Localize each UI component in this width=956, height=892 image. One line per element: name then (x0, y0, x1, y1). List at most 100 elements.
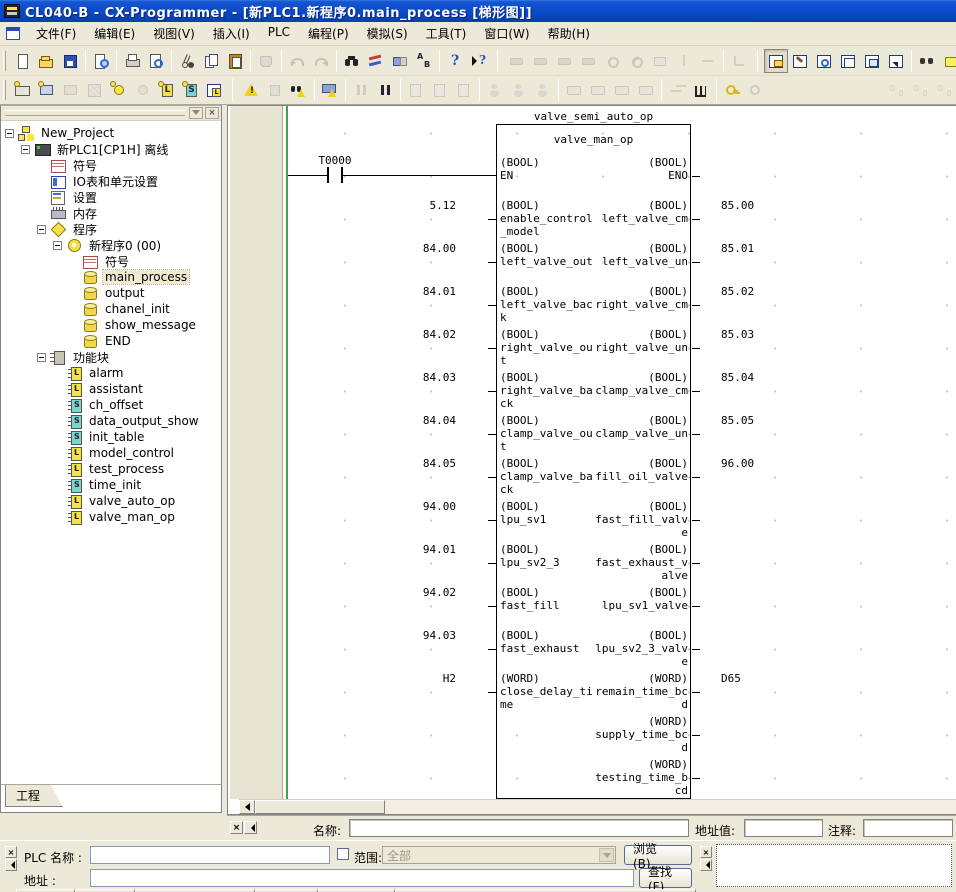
workspace-close-button[interactable]: × (205, 107, 219, 119)
fb-output-pin[interactable]: (BOOL)right_valve_cm (592, 285, 688, 311)
tab-project[interactable]: 工程 (5, 785, 63, 807)
fb-output-pin[interactable]: (BOOL)fill_oil_valve (592, 457, 688, 483)
find-file-button[interactable] (89, 49, 113, 73)
compile-button[interactable] (239, 78, 263, 102)
fb-input-pin[interactable]: (BOOL)fast_fill (500, 586, 596, 612)
input-operand-address[interactable]: 5.12 (228, 199, 456, 212)
open-button[interactable] (34, 49, 58, 73)
transfer-to-plc-button[interactable] (318, 78, 342, 102)
fb-output-pin[interactable]: (BOOL)clamp_valve_cm (592, 371, 688, 397)
child-window-icon[interactable] (5, 26, 21, 41)
fb-input-pin[interactable]: (BOOL)lpu_sv2_3 (500, 543, 596, 569)
menu-item-t[interactable]: 工具(T) (417, 22, 476, 45)
help-button[interactable] (443, 49, 467, 73)
print-preview-button[interactable] (144, 49, 168, 73)
input-operand-address[interactable]: 94.03 (228, 629, 456, 642)
time-chart-button[interactable] (689, 78, 713, 102)
workspace-menu-button[interactable] (189, 107, 203, 119)
fb-input-pin[interactable]: (BOOL)clamp_valve_back (500, 457, 596, 496)
tree-item-item[interactable]: 功能块 (1, 349, 221, 365)
tree-item-valve-auto-op[interactable]: valve_auto_op (1, 493, 221, 509)
fb-en-pin[interactable]: (BOOL) EN (500, 156, 596, 182)
input-operand-address[interactable]: 84.05 (228, 457, 456, 470)
fb-input-pin[interactable]: (BOOL)left_valve_back (500, 285, 596, 324)
tree-item-ch-offset[interactable]: ch_offset (1, 397, 221, 413)
replace-button[interactable] (364, 49, 388, 73)
tree-item-init-table[interactable]: init_table (1, 429, 221, 445)
contact-icon[interactable] (327, 167, 329, 183)
input-operand-address[interactable]: 94.00 (228, 500, 456, 513)
fb-output-pin[interactable]: (WORD)testing_time_bcd (592, 758, 688, 797)
tree-item-model-control[interactable]: model_control (1, 445, 221, 461)
watch-window-button[interactable] (812, 49, 836, 73)
tree-item-end[interactable]: END (1, 333, 221, 349)
fb-input-pin[interactable]: (BOOL)left_valve_out (500, 242, 596, 268)
device-type-button[interactable] (10, 78, 34, 102)
fb-type-name[interactable]: valve_man_op (496, 133, 691, 146)
find-errors-button[interactable] (287, 78, 311, 102)
tree-item-item[interactable]: 程序 (1, 221, 221, 237)
tree-item-item[interactable]: 设置 (1, 189, 221, 205)
fb-input-pin[interactable]: (BOOL)fast_exhaust (500, 629, 596, 655)
menu-item-plc[interactable]: PLC (259, 22, 299, 45)
tree-item-new-project[interactable]: New_Project (1, 125, 221, 141)
close-icon[interactable]: × (700, 846, 712, 858)
cut-button[interactable] (175, 49, 199, 73)
work-online-button[interactable] (34, 78, 58, 102)
collapse-left-button[interactable] (700, 859, 712, 871)
tree-item-output[interactable]: output (1, 285, 221, 301)
scope-checkbox[interactable] (337, 848, 349, 860)
context-help-button[interactable] (467, 49, 491, 73)
output-operand-address[interactable]: 85.01 (721, 242, 754, 255)
toolbar-grip[interactable] (3, 51, 6, 71)
contact-operand[interactable]: T0000 (298, 154, 372, 167)
address-value-input[interactable] (744, 819, 823, 837)
pause-button[interactable] (373, 78, 397, 102)
find-button[interactable] (340, 49, 364, 73)
tree-expander-icon[interactable] (21, 145, 30, 154)
paste-button[interactable] (223, 49, 247, 73)
fb-output-pin[interactable]: (BOOL)right_valve_un (592, 328, 688, 354)
fb-output-pin[interactable]: (BOOL)clamp_valve_un (592, 414, 688, 440)
run-mode-button[interactable] (202, 78, 226, 102)
ladder-diagram-editor[interactable]: valve_semi_auto_op valve_man_op T0000 (B… (227, 105, 956, 815)
output-operand-address[interactable]: 96.00 (721, 457, 754, 470)
tree-item-alarm[interactable]: alarm (1, 365, 221, 381)
copy-button[interactable] (199, 49, 223, 73)
find-replace-button[interactable] (915, 49, 939, 73)
menu-item-i[interactable]: 插入(I) (204, 22, 259, 45)
scrollbar-thumb[interactable] (255, 800, 385, 814)
sort-button[interactable] (412, 49, 436, 73)
fb-output-pin[interactable]: (WORD)remain_time_bcd (592, 672, 688, 711)
output-window-button[interactable] (836, 49, 860, 73)
input-operand-address[interactable]: 84.03 (228, 371, 456, 384)
menu-item-f[interactable]: 文件(F) (27, 22, 85, 45)
fb-input-pin[interactable]: (BOOL)right_valve_back (500, 371, 596, 410)
close-icon[interactable]: × (230, 821, 243, 834)
fb-output-pin[interactable]: (BOOL)lpu_sv1_valve (592, 586, 688, 612)
project-window-button[interactable] (764, 49, 788, 73)
menu-item-p[interactable]: 编程(P) (299, 22, 358, 45)
output-operand-address[interactable]: 85.05 (721, 414, 754, 427)
tree-item-0-00[interactable]: 新程序0 (00) (1, 237, 221, 253)
workspace-grip[interactable] (5, 110, 185, 116)
save-button[interactable] (58, 49, 82, 73)
online-edit-button[interactable] (106, 78, 130, 102)
fb-output-pin[interactable]: (BOOL)lpu_sv2_3_valve (592, 629, 688, 668)
tree-item-item[interactable]: 内存 (1, 205, 221, 221)
tree-item-item[interactable]: 符号 (1, 253, 221, 269)
fb-instance-name[interactable]: valve_semi_auto_op (496, 110, 691, 123)
find-button[interactable]: 查找(F) (639, 868, 692, 888)
input-operand-address[interactable]: 84.02 (228, 328, 456, 341)
output-operand-address[interactable]: D65 (721, 672, 741, 685)
collapse-left-button[interactable] (244, 821, 257, 834)
tree-item-chanel-init[interactable]: chanel_init (1, 301, 221, 317)
debug-mode-button[interactable] (178, 78, 202, 102)
menu-item-s[interactable]: 模拟(S) (358, 22, 417, 45)
fb-output-pin[interactable]: (BOOL)left_valve_un (592, 242, 688, 268)
input-operand-address[interactable]: 94.02 (228, 586, 456, 599)
output-operand-address[interactable]: 85.03 (721, 328, 754, 341)
menu-item-v[interactable]: 视图(V) (144, 22, 204, 45)
search-symbol-button[interactable] (388, 49, 412, 73)
close-icon[interactable]: × (5, 846, 17, 858)
